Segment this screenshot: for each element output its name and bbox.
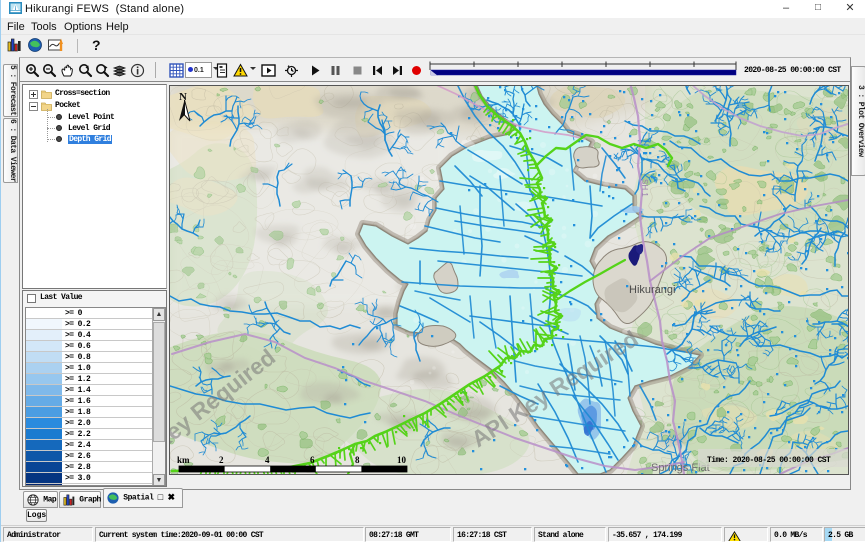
svg-text:2: 2: [219, 455, 224, 465]
svg-text:4: 4: [265, 455, 270, 465]
svg-text:Hikurangi: Hikurangi: [629, 284, 675, 296]
svg-text:8: 8: [355, 455, 360, 465]
svg-text:km: km: [177, 455, 190, 465]
svg-text:SH 1: SH 1: [640, 179, 649, 197]
svg-text:6: 6: [310, 455, 315, 465]
svg-text:Time: 2020-08-25 00:00:00 CST: Time: 2020-08-25 00:00:00 CST: [707, 456, 831, 465]
svg-text:N: N: [179, 91, 187, 103]
svg-text:10: 10: [397, 455, 407, 465]
